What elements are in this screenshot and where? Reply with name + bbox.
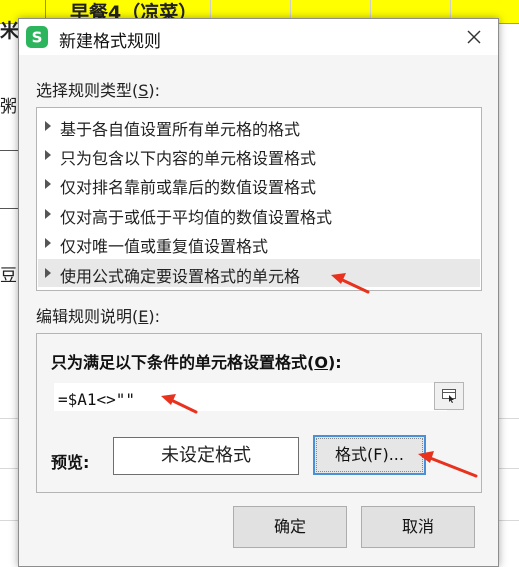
- annotation-arrow-icon: [331, 273, 370, 294]
- annotation-arrow-icon: [161, 394, 198, 414]
- annotation-arrows: [161, 273, 478, 478]
- annotation-arrow-icon: [418, 451, 478, 478]
